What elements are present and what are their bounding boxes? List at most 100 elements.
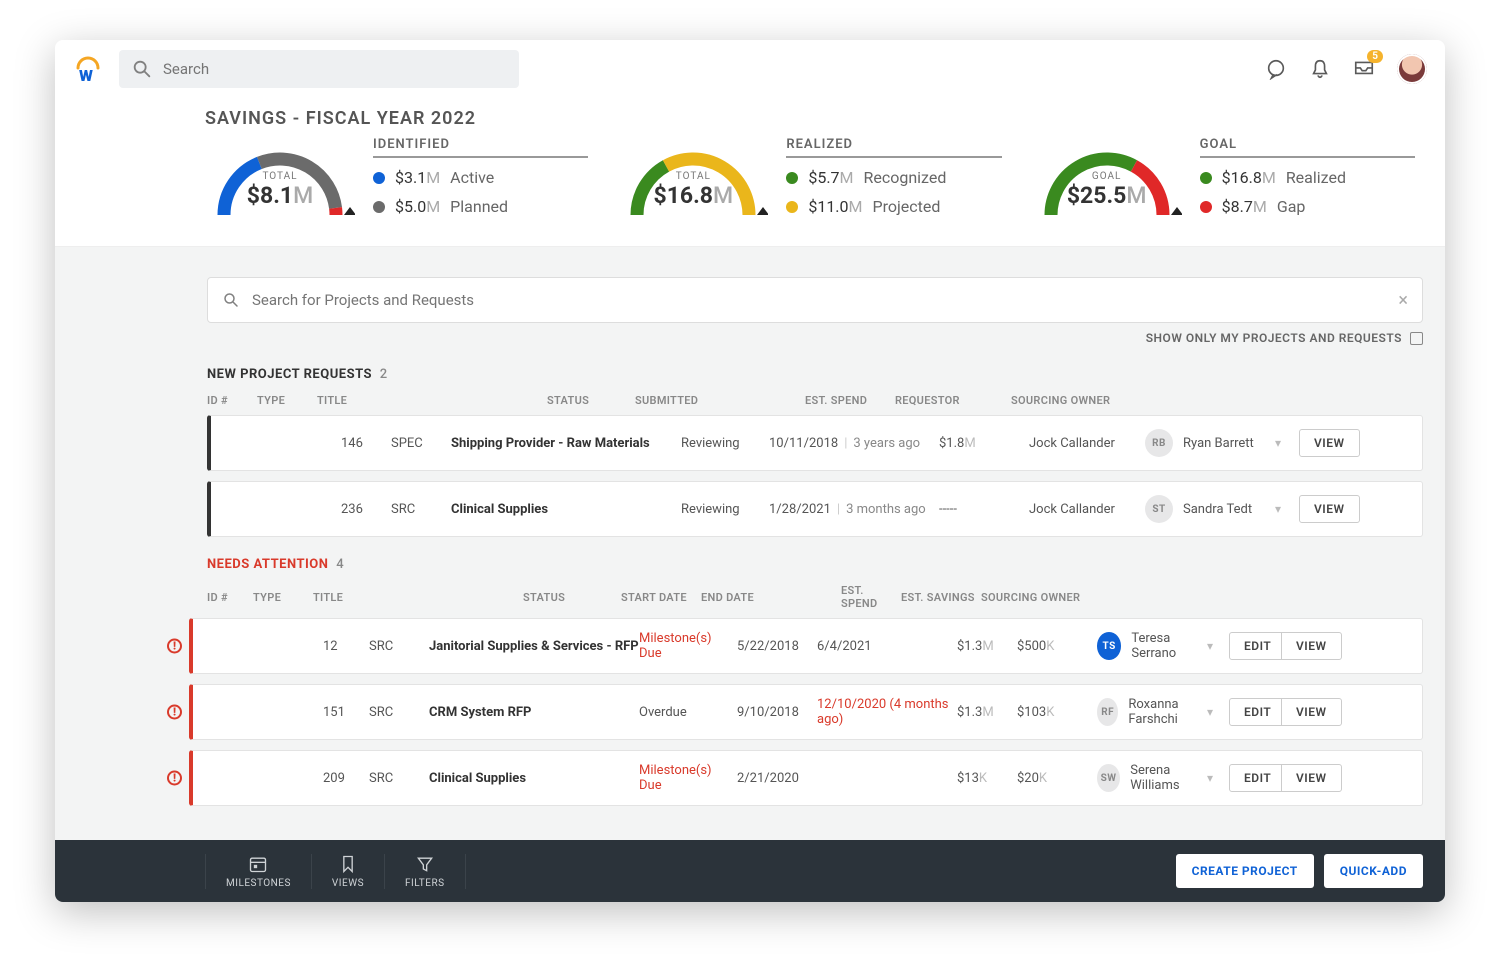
bookmark-icon <box>338 854 358 874</box>
row-spend: $13K <box>957 771 1017 786</box>
alert-icon: ! <box>167 705 182 720</box>
quick-add-button[interactable]: QUICK-ADD <box>1324 854 1423 888</box>
gauge-0: TOTAL $8.1M IDENTIFIED $3.1M Active $5.0… <box>205 133 588 228</box>
row-submitted: 10/11/2018|3 years ago <box>769 436 939 451</box>
workday-logo[interactable]: W <box>73 54 103 84</box>
legend-value: $3.1M <box>395 168 440 187</box>
gauge-center-value: $16.8M <box>618 182 768 209</box>
row-start-date: 9/10/2018 <box>737 705 817 720</box>
view-button[interactable]: VIEW <box>1281 764 1342 792</box>
svg-text:W: W <box>79 66 93 84</box>
row-title: Clinical Supplies <box>429 771 639 786</box>
bell-icon[interactable] <box>1309 58 1331 80</box>
gauge-chart: TOTAL $8.1M <box>205 133 355 228</box>
view-button[interactable]: VIEW <box>1299 495 1360 523</box>
clear-search-icon[interactable]: × <box>1398 290 1408 311</box>
needs-attention-title: NEEDS ATTENTION <box>207 557 328 572</box>
avatar-chip: TS <box>1097 632 1121 660</box>
legend-label: Planned <box>450 197 508 216</box>
topbar-actions: 5 <box>1265 54 1427 84</box>
row-title: Clinical Supplies <box>451 502 681 517</box>
row-type: SRC <box>391 502 451 517</box>
global-search[interactable] <box>119 50 519 88</box>
chevron-down-icon[interactable]: ▾ <box>1207 705 1229 719</box>
row-id: 146 <box>341 436 391 451</box>
edit-button[interactable]: EDIT <box>1229 764 1286 792</box>
footer-tab-filters[interactable]: FILTERS <box>385 854 466 889</box>
footer-tab-milestones[interactable]: MILESTONES <box>205 854 312 889</box>
gauge-center-label: TOTAL <box>618 171 768 182</box>
row-status: Reviewing <box>681 502 769 517</box>
chevron-down-icon[interactable]: ▾ <box>1275 436 1299 450</box>
request-row[interactable]: 236 SRC Clinical Supplies Reviewing 1/28… <box>207 481 1423 537</box>
calendar-icon <box>248 854 268 874</box>
row-status: Reviewing <box>681 436 769 451</box>
avatar-chip: RF <box>1097 698 1118 726</box>
main-content: × SHOW ONLY MY PROJECTS AND REQUESTS NEW… <box>55 247 1445 902</box>
project-search[interactable]: × <box>207 277 1423 323</box>
legend-dot-icon <box>1200 201 1212 213</box>
legend-value: $8.7M <box>1222 197 1267 216</box>
row-end-date: 6/4/2021 <box>817 639 957 654</box>
checkbox-icon[interactable] <box>1410 332 1423 345</box>
gauge-2: GOAL $25.5M GOAL $16.8M Realized $8.7M G… <box>1032 133 1415 228</box>
chat-icon[interactable] <box>1265 58 1287 80</box>
footer-bar: MILESTONES VIEWS FILTERS CREATE PROJECT … <box>55 840 1445 902</box>
row-spend: $1.8M <box>939 436 1029 451</box>
view-button[interactable]: VIEW <box>1281 632 1342 660</box>
legend-label: Active <box>450 168 494 187</box>
attention-row[interactable]: ! 151 SRC CRM System RFP Overdue 9/10/20… <box>189 684 1423 740</box>
legend-label: Realized <box>1286 168 1346 187</box>
row-title: Janitorial Supplies & Services - RFP <box>429 639 639 654</box>
new-requests-heading: NEW PROJECT REQUESTS 2 <box>207 367 1423 382</box>
gauge-center-label: GOAL <box>1032 171 1182 182</box>
legend-value: $5.7M <box>808 168 853 187</box>
inbox-button[interactable]: 5 <box>1353 56 1375 82</box>
legend-row: $5.7M Recognized <box>786 168 1001 187</box>
row-start-date: 2/21/2020 <box>737 771 817 786</box>
legend-value: $11.0M <box>808 197 862 216</box>
gauge-legend: GOAL $16.8M Realized $8.7M Gap <box>1200 133 1415 226</box>
filter-icon <box>415 854 435 874</box>
avatar-chip: SW <box>1097 764 1120 792</box>
row-id: 209 <box>323 771 369 786</box>
gauge-1: TOTAL $16.8M REALIZED $5.7M Recognized $… <box>618 133 1001 228</box>
show-only-my-projects-toggle[interactable]: SHOW ONLY MY PROJECTS AND REQUESTS <box>207 331 1423 345</box>
view-button[interactable]: VIEW <box>1299 429 1360 457</box>
legend-row: $8.7M Gap <box>1200 197 1415 216</box>
global-search-input[interactable] <box>163 60 507 78</box>
app-window: W 5 SAVINGS - FISCAL YEAR 2022 TOTAL $8.… <box>55 40 1445 902</box>
row-spend: $1.3M <box>957 705 1017 720</box>
attention-row[interactable]: ! 209 SRC Clinical Supplies Milestone(s)… <box>189 750 1423 806</box>
project-search-input[interactable] <box>252 291 1386 309</box>
chevron-down-icon[interactable]: ▾ <box>1207 771 1229 785</box>
row-type: SRC <box>369 771 429 786</box>
request-row[interactable]: 146 SPEC Shipping Provider - Raw Materia… <box>207 415 1423 471</box>
alert-icon: ! <box>167 639 182 654</box>
edit-button[interactable]: EDIT <box>1229 632 1286 660</box>
footer-tab-views[interactable]: VIEWS <box>312 854 385 889</box>
new-requests-count: 2 <box>380 367 388 382</box>
legend-row: $16.8M Realized <box>1200 168 1415 187</box>
legend-dot-icon <box>373 172 385 184</box>
row-savings: $500K <box>1017 639 1097 654</box>
legend-row: $5.0M Planned <box>373 197 588 216</box>
page-title: SAVINGS - FISCAL YEAR 2022 <box>55 96 1445 133</box>
row-start-date: 5/22/2018 <box>737 639 817 654</box>
edit-button[interactable]: EDIT <box>1229 698 1286 726</box>
legend-dot-icon <box>786 172 798 184</box>
row-title: CRM System RFP <box>429 705 639 720</box>
gauge-center-value: $8.1M <box>205 182 355 209</box>
row-requestor: Jock Callander <box>1029 436 1145 451</box>
chevron-down-icon[interactable]: ▾ <box>1275 502 1299 516</box>
footer-tab-label: FILTERS <box>405 878 445 889</box>
create-project-button[interactable]: CREATE PROJECT <box>1176 854 1314 888</box>
show-only-label: SHOW ONLY MY PROJECTS AND REQUESTS <box>1146 331 1402 345</box>
search-icon <box>131 58 153 80</box>
legend-title: GOAL <box>1200 137 1415 158</box>
attention-row[interactable]: ! 12 SRC Janitorial Supplies & Services … <box>189 618 1423 674</box>
user-avatar[interactable] <box>1397 54 1427 84</box>
search-icon <box>222 291 240 309</box>
chevron-down-icon[interactable]: ▾ <box>1207 639 1229 653</box>
view-button[interactable]: VIEW <box>1281 698 1342 726</box>
